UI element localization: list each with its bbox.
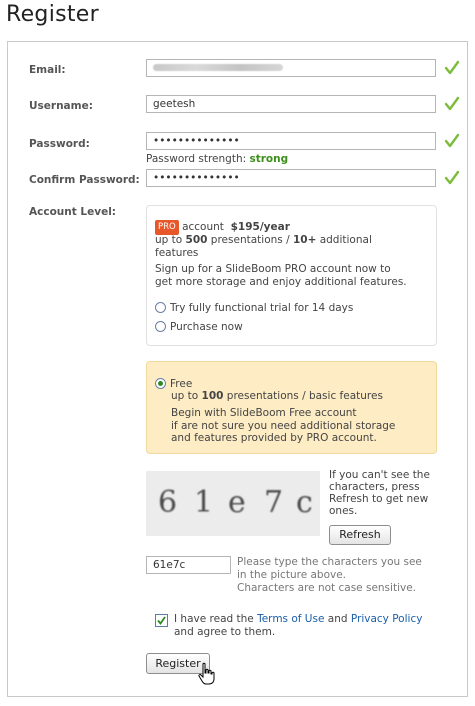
pro-trial-radio[interactable] [155, 302, 166, 313]
password-label: Password: [29, 138, 90, 150]
pro-desc-line1: Sign up for a SlideBoom PRO account now … [155, 263, 391, 275]
pro-features-text-3: additional [316, 234, 372, 246]
agree-and: and [324, 613, 351, 625]
free-features-text: up to [171, 390, 202, 402]
captcha-image: 6 1 e 7 c [146, 471, 320, 536]
captcha-help-line4: ones. [329, 505, 358, 517]
free-radio[interactable] [155, 378, 166, 389]
pro-features-text: up to [155, 234, 186, 246]
email-field[interactable] [146, 59, 436, 77]
account-level-label: Account Level: [29, 206, 116, 218]
email-valid-check-icon [444, 60, 460, 75]
free-presentations-count: 100 [201, 390, 224, 402]
pro-features-line2: features [155, 247, 199, 259]
free-desc-line3: and features provided by PRO account. [171, 432, 377, 444]
pro-additional-count: 10+ [292, 234, 317, 246]
password-strength: Password strength: strong [146, 153, 288, 166]
refresh-button[interactable]: Refresh [329, 525, 391, 545]
captcha-char: 7 [264, 485, 284, 520]
confirm-password-valid-check-icon [444, 170, 460, 185]
password-field[interactable]: •••••••••••••• [146, 132, 436, 150]
captcha-input[interactable]: 61e7c [146, 556, 231, 574]
checkmark-icon [157, 616, 166, 625]
agree-checkbox[interactable] [155, 614, 168, 627]
agree-text: I have read the Terms of Use and Privacy… [174, 613, 464, 626]
pro-purchase-option[interactable]: Purchase now [155, 321, 243, 334]
password-strength-value: strong [249, 153, 289, 165]
username-field[interactable]: geetesh [146, 95, 436, 113]
free-features: up to 100 presentations / basic features [171, 390, 433, 403]
pro-badge: PRO [155, 220, 179, 235]
free-label: Free [170, 378, 193, 390]
username-valid-check-icon [444, 96, 460, 111]
captcha-hint-line1: Please type the characters you see [237, 556, 422, 568]
pro-purchase-label: Purchase now [170, 321, 243, 333]
agree-text-prefix: I have read the [174, 613, 258, 625]
free-desc-line1: Begin with SlideBoom Free account [171, 407, 357, 419]
pro-desc-line2: get more storage and enjoy additional fe… [155, 276, 407, 288]
email-value-redacted [153, 64, 283, 71]
captcha-char: 1 [194, 485, 214, 520]
pro-trial-label: Try fully functional trial for 14 days [170, 302, 354, 314]
pro-plan-header: PRO account $195/year [155, 220, 435, 235]
captcha-hint-line2: in the picture above. [237, 569, 347, 581]
free-features-text-2: presentations / basic features [223, 390, 383, 402]
agree-text-line2: and agree to them. [174, 626, 276, 638]
free-plan-box: Free up to 100 presentations / basic fea… [146, 361, 437, 454]
pro-features-text-2: presentations / [207, 234, 293, 246]
pro-price: $195/year [230, 221, 290, 233]
privacy-policy-link[interactable]: Privacy Policy [351, 613, 423, 625]
pro-plan-box: PRO account $195/year up to 500 presenta… [146, 205, 437, 346]
confirm-password-field[interactable]: •••••••••••••• [146, 169, 436, 187]
password-strength-prefix: Password strength: [146, 153, 250, 165]
confirm-password-label: Confirm Password: [29, 174, 140, 186]
password-valid-check-icon [444, 133, 460, 148]
pro-account-word: account [182, 221, 224, 233]
hand-cursor-icon [198, 662, 215, 685]
captcha-char: e [228, 485, 246, 520]
pro-purchase-radio[interactable] [155, 321, 166, 332]
pro-trial-option[interactable]: Try fully functional trial for 14 days [155, 302, 353, 315]
captcha-char: c [296, 485, 313, 520]
pro-features: up to 500 presentations / 10+ additional [155, 234, 435, 247]
email-label: Email: [29, 64, 66, 76]
terms-of-use-link[interactable]: Terms of Use [257, 613, 324, 625]
pro-presentations-count: 500 [185, 234, 208, 246]
username-label: Username: [29, 100, 93, 112]
captcha-hint-line3: Characters are not case sensitive. [237, 582, 416, 594]
page-title: Register [6, 2, 99, 27]
captcha-char: 6 [158, 485, 178, 520]
